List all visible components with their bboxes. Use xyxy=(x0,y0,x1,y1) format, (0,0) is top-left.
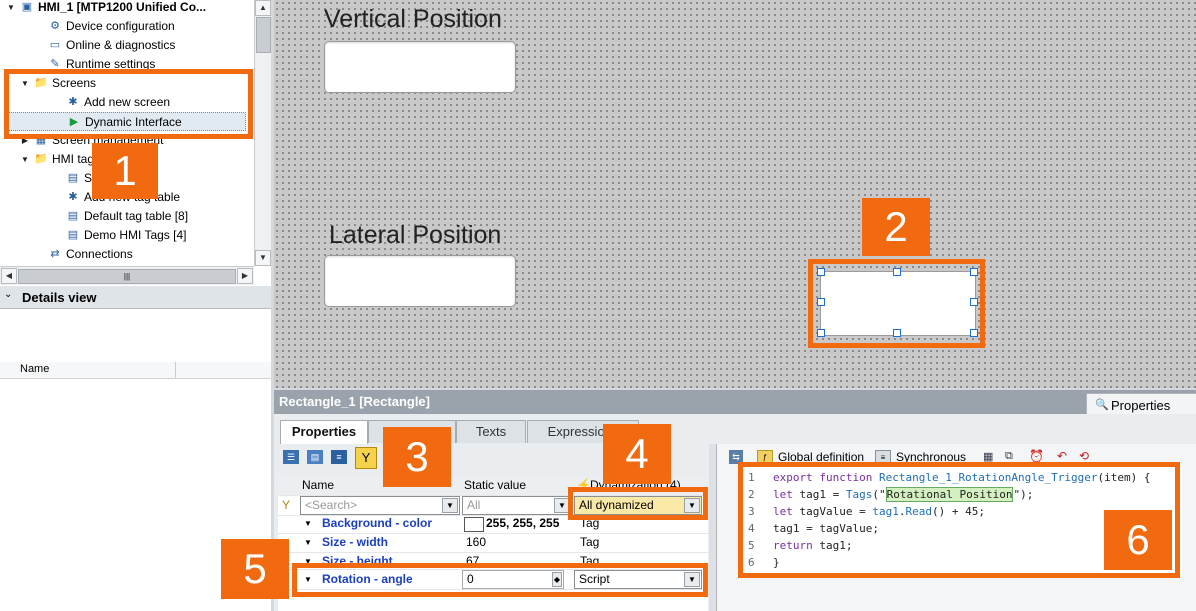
screen-canvas[interactable]: Vertical Position Lateral Position xyxy=(274,0,1196,388)
chevron-down-icon[interactable]: ▼ xyxy=(442,498,458,513)
selected-object-title: Rectangle_1 [Rectangle] xyxy=(279,394,430,409)
filter-icon[interactable]: Y xyxy=(355,447,377,469)
tree-item-label: Device configuration xyxy=(66,19,175,33)
scroll-up-icon[interactable]: ▲ xyxy=(255,0,271,16)
splitter[interactable] xyxy=(709,444,716,611)
device-config-icon: ⚙ xyxy=(50,20,60,32)
collapse-icon[interactable]: ▼ xyxy=(304,514,312,533)
properties-view-icon: 🔍 xyxy=(1095,399,1109,411)
tree-item[interactable]: ▭ Online & diagnostics xyxy=(0,36,254,55)
callout-number-3: 3 xyxy=(383,427,451,487)
diagnostics-icon: ▭ xyxy=(49,39,61,51)
lateral-position-field[interactable] xyxy=(324,255,516,307)
name-search-input[interactable]: <Search> ▼ xyxy=(300,496,460,515)
tree-horizontal-scrollbar[interactable]: ◀ ||| ▶ xyxy=(0,266,254,285)
details-title: Details view xyxy=(22,290,97,305)
list-view-icon[interactable]: ☰ xyxy=(283,450,299,464)
tree-item[interactable]: ▤ Demo HMI Tags [4] xyxy=(0,226,254,245)
connections-icon: ⇄ xyxy=(50,248,60,260)
tree-item-label: Default tag table [8] xyxy=(84,209,189,223)
collapse-icon[interactable]: ▼ xyxy=(304,533,312,552)
expand-down-icon[interactable]: ▼ xyxy=(20,150,30,169)
callout-box-2 xyxy=(808,259,985,348)
table-row[interactable]: ▼ Size - width 160 Tag xyxy=(278,533,708,553)
static-value-filter[interactable]: All ▼ xyxy=(462,496,572,515)
static-value-column-header[interactable]: Static value xyxy=(464,476,526,495)
tree-item[interactable]: ▼ ▣ HMI_1 [MTP1200 Unified Co... xyxy=(0,0,254,17)
details-column-header: Name xyxy=(0,362,271,379)
tag-table-icon: ▤ xyxy=(67,229,79,241)
vertical-position-field[interactable] xyxy=(324,41,516,93)
callout-number-5: 5 xyxy=(221,539,289,599)
name-column-header[interactable]: Name xyxy=(302,476,334,495)
callout-number-4: 4 xyxy=(603,424,671,484)
vertical-position-label: Vertical Position xyxy=(324,5,502,33)
clock-icon[interactable]: ⏰ xyxy=(1029,449,1044,463)
property-dynamization[interactable]: Tag xyxy=(580,533,599,552)
row-filter-icon: Y xyxy=(282,498,291,512)
callout-number-2: 2 xyxy=(862,198,930,256)
tree-item-label: Demo HMI Tags [4] xyxy=(84,228,187,242)
details-header: ⌄ Details view xyxy=(0,286,271,309)
callout-number-1: 1 xyxy=(92,143,158,199)
hmi-device-icon: ▣ xyxy=(21,1,33,13)
color-swatch[interactable] xyxy=(464,517,484,532)
tree-item-label: Online & diagnostics xyxy=(66,38,176,52)
scroll-down-icon[interactable]: ▼ xyxy=(255,250,271,266)
folder-icon: 📁 xyxy=(34,153,48,165)
details-name-column[interactable]: Name xyxy=(20,363,49,375)
inspector-title-bar: Rectangle_1 [Rectangle] xyxy=(274,390,1196,414)
group-view-icon[interactable]: ▤ xyxy=(307,450,323,464)
tab-properties[interactable]: Properties xyxy=(280,420,368,444)
tree-item[interactable]: ⚙ Device configuration xyxy=(0,17,254,36)
sort-icon[interactable]: ≡ xyxy=(331,450,347,464)
property-name: Size - width xyxy=(322,535,388,549)
tree-item-label: Connections xyxy=(66,247,133,261)
column-divider xyxy=(175,362,176,378)
expand-down-icon[interactable]: ▼ xyxy=(6,0,16,17)
scroll-thumb[interactable] xyxy=(256,17,271,53)
tag-table-icon: ▤ xyxy=(67,210,79,222)
collapse-chevron-icon[interactable]: ⌄ xyxy=(4,289,12,300)
callout-box-1 xyxy=(4,69,253,139)
callout-box-5 xyxy=(292,563,708,597)
clear-icon[interactable]: ⟲ xyxy=(1079,449,1089,463)
tree-item-label: HMI_1 [MTP1200 Unified Co... xyxy=(38,0,207,14)
undo-icon[interactable]: ↶ xyxy=(1057,449,1067,463)
scroll-thumb-h[interactable]: ||| xyxy=(18,269,236,284)
tree-vertical-scrollbar[interactable]: ▲ ▼ xyxy=(254,0,271,266)
property-static-value[interactable]: 255, 255, 255 xyxy=(486,514,559,533)
scroll-right-icon[interactable]: ▶ xyxy=(237,268,253,284)
lateral-position-label: Lateral Position xyxy=(329,221,502,249)
tree-item[interactable]: ▤ Default tag table [8] xyxy=(0,207,254,226)
callout-number-6: 6 xyxy=(1104,510,1172,570)
tab-texts[interactable]: Texts xyxy=(456,420,526,443)
tags-icon: ▤ xyxy=(67,172,79,184)
tree-item[interactable]: ⇄ Connections xyxy=(0,245,254,264)
property-name: Background - color xyxy=(322,516,433,530)
callout-box-4 xyxy=(568,487,708,520)
scroll-left-icon[interactable]: ◀ xyxy=(1,268,17,284)
add-tag-table-icon: ✱ xyxy=(68,191,78,203)
properties-view-label: Properties xyxy=(1111,398,1171,413)
property-static-value[interactable]: 160 xyxy=(466,533,486,552)
